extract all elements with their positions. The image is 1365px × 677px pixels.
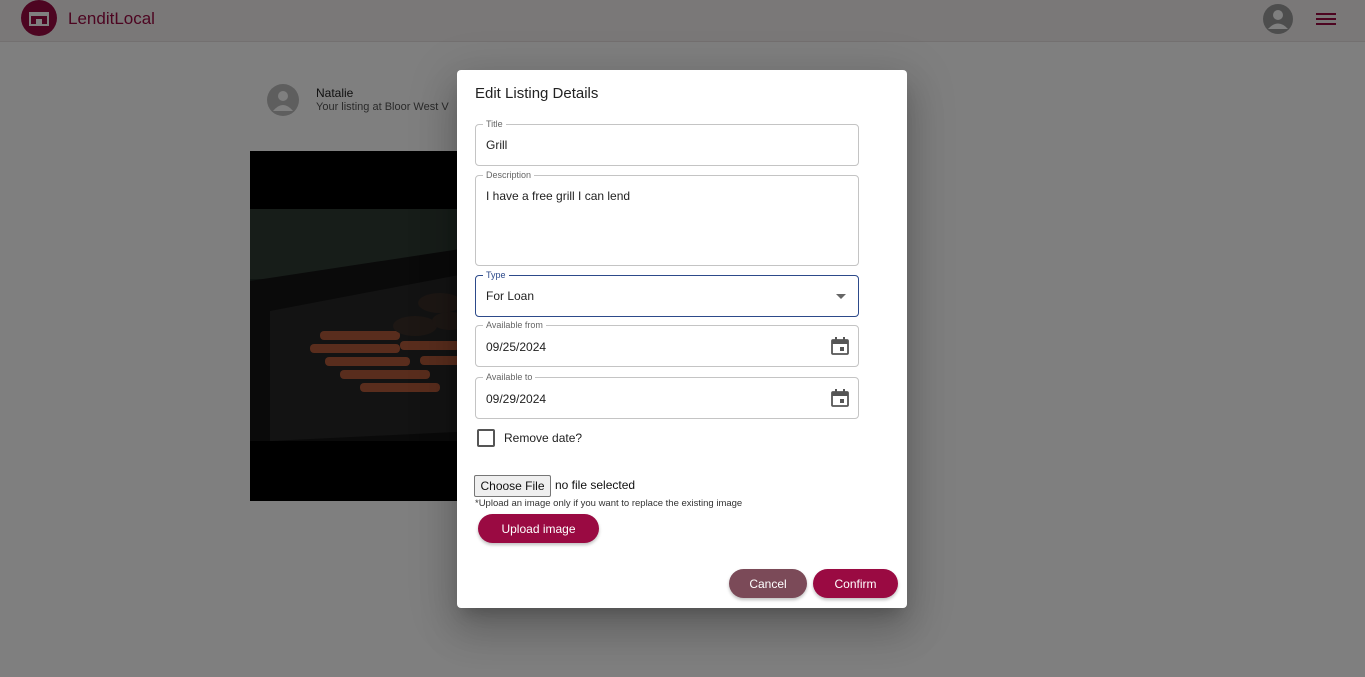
type-select[interactable]: Type For Loan [475,269,859,317]
remove-date-checkbox[interactable] [477,429,495,447]
dialog-title: Edit Listing Details [475,85,599,102]
available-from-value[interactable]: 09/25/2024 [486,340,546,354]
upload-image-button[interactable]: Upload image [478,514,599,543]
description-field[interactable]: Description I have a free grill I can le… [475,169,859,266]
edit-listing-dialog: Edit Listing Details Title Grill Descrip… [457,70,907,608]
calendar-icon[interactable] [830,336,850,356]
upload-hint: *Upload an image only if you want to rep… [475,498,743,509]
description-label: Description [483,169,535,181]
confirm-button[interactable]: Confirm [813,569,898,598]
choose-file-button[interactable]: Choose File [474,475,551,497]
title-field[interactable]: Title Grill [475,118,859,166]
available-from-label: Available from [483,319,546,331]
available-to-value[interactable]: 09/29/2024 [486,392,546,406]
description-value[interactable]: I have a free grill I can lend [486,189,630,203]
type-label: Type [483,269,509,281]
cancel-button[interactable]: Cancel [729,569,807,598]
available-to-field[interactable]: Available to 09/29/2024 [475,371,859,419]
remove-date-label[interactable]: Remove date? [504,431,582,445]
calendar-icon[interactable] [830,388,850,408]
available-from-field[interactable]: Available from 09/25/2024 [475,319,859,367]
type-value[interactable]: For Loan [486,289,534,303]
title-value[interactable]: Grill [486,138,507,152]
file-status: no file selected [555,478,636,492]
available-to-label: Available to [483,371,536,383]
title-label: Title [483,118,506,130]
chevron-down-icon[interactable] [836,294,846,299]
